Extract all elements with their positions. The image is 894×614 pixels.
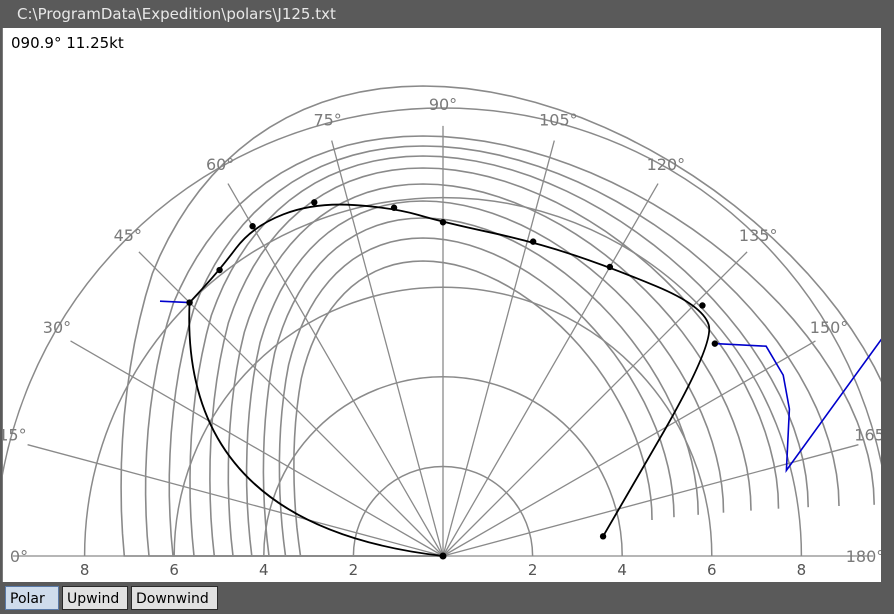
curve-point	[606, 263, 614, 271]
angle-label: 90°	[429, 95, 457, 114]
angle-label: 135°	[739, 226, 778, 245]
angle-spoke	[442, 140, 555, 557]
angle-label: 60°	[206, 155, 234, 174]
curve-point	[599, 533, 607, 540]
angle-label: 75°	[313, 110, 341, 129]
wind-speed-curve	[120, 85, 881, 557]
window-titlebar: C:\ProgramData\Expedition\polars\J125.tx…	[0, 0, 894, 28]
speed-tick-label: 2	[349, 561, 359, 579]
tab-upwind[interactable]: Upwind	[62, 586, 128, 610]
angle-label: 165°	[854, 426, 881, 445]
view-tabbar: Polar Upwind Downwind	[0, 583, 894, 614]
speed-tick-label: 6	[707, 561, 717, 579]
curve-point	[529, 238, 537, 245]
speed-tick-label: 8	[80, 561, 90, 579]
wind-speed-curves	[120, 85, 881, 557]
polar-plot-panel[interactable]: 0° 15° 30° 45° 60° 75° 90° 105° 120° 135° 150° 165°…	[2, 28, 881, 582]
tab-downwind[interactable]: Downwind	[131, 586, 218, 610]
curve-point	[439, 219, 447, 226]
curve-point	[699, 302, 706, 309]
speed-tick-label: 6	[169, 561, 179, 579]
cursor-readout: 090.9° 11.25kt	[11, 34, 124, 52]
optimal-upwind-segment	[159, 300, 190, 304]
angle-label: 120°	[647, 155, 686, 174]
angle-label: 150°	[810, 318, 849, 337]
angle-label: 30°	[43, 318, 71, 337]
angle-spoke	[70, 340, 444, 557]
angle-label: 45°	[114, 226, 142, 245]
origin-point	[439, 552, 447, 560]
window-title: C:\ProgramData\Expedition\polars\J125.tx…	[17, 5, 336, 23]
angle-spoke	[331, 140, 444, 557]
angle-label: 180°	[846, 547, 881, 566]
angle-spoke	[27, 444, 444, 557]
polar-chart[interactable]: 0° 15° 30° 45° 60° 75° 90° 105° 120° 135° 150° 165°…	[3, 28, 881, 582]
curve-point	[311, 199, 318, 206]
angle-label: 0°	[10, 547, 28, 566]
wind-speed-curve	[278, 237, 675, 557]
angle-spoke	[442, 251, 748, 557]
speed-tick-label: 8	[797, 561, 807, 579]
curve-point	[216, 266, 223, 274]
polar-labels: 0° 15° 30° 45° 60° 75° 90° 105° 120° 135° 150° 165°…	[3, 95, 881, 579]
angle-spoke	[442, 340, 816, 557]
curve-point	[249, 223, 256, 230]
curve-point	[186, 299, 193, 306]
curve-point	[390, 204, 398, 211]
speed-tick-label: 2	[528, 561, 538, 579]
curve-point	[711, 340, 719, 347]
angle-spoke	[227, 183, 444, 557]
speed-tick-label: 4	[617, 561, 627, 579]
tab-polar[interactable]: Polar	[5, 586, 59, 610]
angle-label: 105°	[539, 110, 578, 129]
angle-label: 15°	[3, 426, 27, 445]
optimal-vmg-line	[159, 300, 881, 474]
speed-tick-label: 4	[259, 561, 269, 579]
